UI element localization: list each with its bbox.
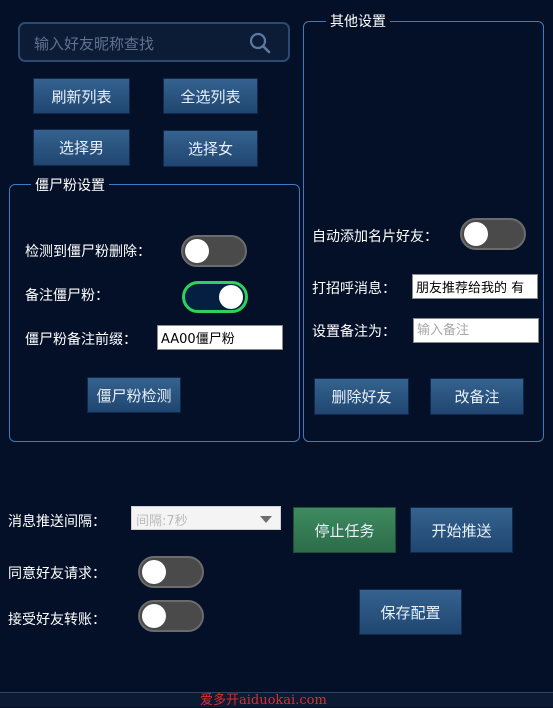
zombie-delete-toggle[interactable] — [181, 235, 247, 267]
toggle-knob — [142, 604, 166, 628]
greeting-input[interactable] — [412, 274, 538, 299]
save-config-button[interactable]: 保存配置 — [359, 589, 462, 635]
auto-add-toggle[interactable] — [460, 218, 526, 250]
search-box[interactable] — [18, 22, 290, 62]
auto-add-label: 自动添加名片好友： — [312, 229, 438, 245]
stop-task-button[interactable]: 停止任务 — [293, 507, 396, 553]
select-all-button[interactable]: 全选列表 — [163, 78, 258, 114]
start-push-button[interactable]: 开始推送 — [410, 507, 513, 553]
search-input[interactable] — [32, 31, 246, 57]
zombie-prefix-label: 僵尸粉备注前缀： — [25, 332, 137, 348]
watermark-text: 爱多开aiduokai.com — [200, 693, 327, 708]
remark-input[interactable] — [413, 318, 539, 343]
delete-friend-button[interactable]: 删除好友 — [314, 378, 409, 415]
interval-select-value: 间隔:7秒 — [136, 514, 188, 529]
toggle-knob — [142, 560, 166, 584]
zombie-delete-label: 检测到僵尸粉删除： — [25, 244, 151, 260]
select-male-button[interactable]: 选择男 — [33, 129, 130, 166]
interval-label: 消息推送间隔： — [8, 514, 106, 530]
greeting-label: 打招呼消息： — [312, 281, 396, 297]
zombie-settings-legend: 僵尸粉设置 — [31, 175, 109, 195]
search-icon[interactable] — [248, 31, 272, 55]
accept-request-label: 同意好友请求： — [8, 566, 106, 582]
toggle-knob — [219, 285, 243, 309]
accept-transfer-label: 接受好友转账： — [8, 612, 106, 628]
zombie-check-button[interactable]: 僵尸粉检测 — [87, 377, 181, 413]
refresh-list-button[interactable]: 刷新列表 — [33, 78, 130, 114]
select-female-button[interactable]: 选择女 — [163, 130, 258, 167]
accept-request-toggle[interactable] — [138, 556, 204, 588]
remark-set-label: 设置备注为： — [312, 324, 396, 340]
chevron-down-icon[interactable] — [260, 516, 272, 523]
other-settings-legend: 其他设置 — [326, 11, 390, 31]
change-remark-button[interactable]: 改备注 — [430, 378, 524, 415]
zombie-remark-toggle[interactable] — [182, 281, 248, 313]
zombie-prefix-input[interactable] — [157, 325, 283, 350]
interval-select[interactable]: 间隔:7秒 — [131, 506, 281, 530]
zombie-remark-label: 备注僵尸粉： — [25, 288, 109, 304]
toggle-knob — [185, 239, 209, 263]
accept-transfer-toggle[interactable] — [138, 600, 204, 632]
toggle-knob — [464, 222, 488, 246]
